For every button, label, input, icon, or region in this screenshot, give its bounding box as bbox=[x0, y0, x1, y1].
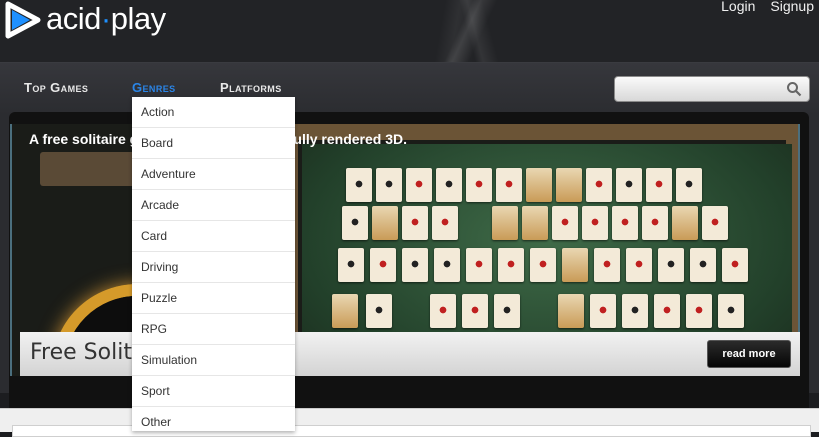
card bbox=[686, 294, 712, 328]
genre-item-card[interactable]: Card bbox=[132, 221, 295, 252]
search-input[interactable] bbox=[614, 76, 810, 102]
slide-title[interactable]: Free Solita bbox=[30, 340, 145, 365]
card bbox=[462, 294, 488, 328]
card bbox=[646, 168, 672, 202]
card bbox=[466, 168, 492, 202]
card bbox=[342, 206, 368, 240]
card bbox=[402, 206, 428, 240]
card bbox=[406, 168, 432, 202]
card bbox=[498, 248, 524, 282]
tagline-left: A free solitaire g bbox=[29, 131, 139, 147]
card bbox=[654, 294, 680, 328]
genre-item-arcade[interactable]: Arcade bbox=[132, 190, 295, 221]
genre-item-adventure[interactable]: Adventure bbox=[132, 159, 295, 190]
card bbox=[432, 206, 458, 240]
card bbox=[582, 206, 608, 240]
card bbox=[642, 206, 668, 240]
card bbox=[496, 168, 522, 202]
play-triangle-icon bbox=[5, 1, 41, 39]
genre-item-sport[interactable]: Sport bbox=[132, 376, 295, 407]
genres-dropdown: Action Board Adventure Arcade Card Drivi… bbox=[132, 97, 295, 431]
card bbox=[676, 168, 702, 202]
card bbox=[370, 248, 396, 282]
card bbox=[332, 294, 358, 328]
card bbox=[718, 294, 744, 328]
card bbox=[376, 168, 402, 202]
card bbox=[366, 294, 392, 328]
auth-links: Login Signup bbox=[721, 0, 814, 14]
content-area bbox=[0, 408, 819, 437]
nav-bar: Top Games Genres Platforms bbox=[0, 63, 819, 115]
genre-item-simulation[interactable]: Simulation bbox=[132, 345, 295, 376]
card bbox=[612, 206, 638, 240]
genre-item-action[interactable]: Action bbox=[132, 97, 295, 128]
card bbox=[338, 248, 364, 282]
card bbox=[626, 248, 652, 282]
card bbox=[346, 168, 372, 202]
genre-item-other[interactable]: Other bbox=[132, 407, 295, 431]
card bbox=[658, 248, 684, 282]
genre-item-driving[interactable]: Driving bbox=[132, 252, 295, 283]
card bbox=[492, 206, 518, 240]
card bbox=[552, 206, 578, 240]
card bbox=[466, 248, 492, 282]
card bbox=[594, 248, 620, 282]
card bbox=[522, 206, 548, 240]
card bbox=[690, 248, 716, 282]
card bbox=[556, 168, 582, 202]
card bbox=[590, 294, 616, 328]
search-icon[interactable] bbox=[786, 81, 802, 97]
genre-item-rpg[interactable]: RPG bbox=[132, 314, 295, 345]
signup-link[interactable]: Signup bbox=[770, 0, 814, 14]
card bbox=[622, 294, 648, 328]
card bbox=[586, 168, 612, 202]
logo-text: acid·play bbox=[46, 1, 166, 36]
nav-platforms[interactable]: Platforms bbox=[220, 80, 282, 95]
card bbox=[430, 294, 456, 328]
card bbox=[402, 248, 428, 282]
nav-top-games[interactable]: Top Games bbox=[24, 80, 88, 95]
header-bar: acid·play Login Signup bbox=[0, 0, 819, 64]
login-link[interactable]: Login bbox=[721, 0, 755, 14]
tagline-right: tifully rendered 3D. bbox=[280, 131, 407, 147]
card bbox=[722, 248, 748, 282]
header-decoration bbox=[300, 0, 660, 64]
card bbox=[558, 294, 584, 328]
card bbox=[530, 248, 556, 282]
read-more-button[interactable]: read more bbox=[707, 340, 791, 368]
card bbox=[526, 168, 552, 202]
card bbox=[672, 206, 698, 240]
genre-item-puzzle[interactable]: Puzzle bbox=[132, 283, 295, 314]
genre-item-board[interactable]: Board bbox=[132, 128, 295, 159]
card bbox=[616, 168, 642, 202]
card bbox=[702, 206, 728, 240]
card bbox=[372, 206, 398, 240]
card bbox=[562, 248, 588, 282]
nav-genres[interactable]: Genres bbox=[132, 80, 176, 95]
card bbox=[434, 248, 460, 282]
card bbox=[436, 168, 462, 202]
card bbox=[494, 294, 520, 328]
site-logo[interactable]: acid·play bbox=[2, 0, 166, 40]
